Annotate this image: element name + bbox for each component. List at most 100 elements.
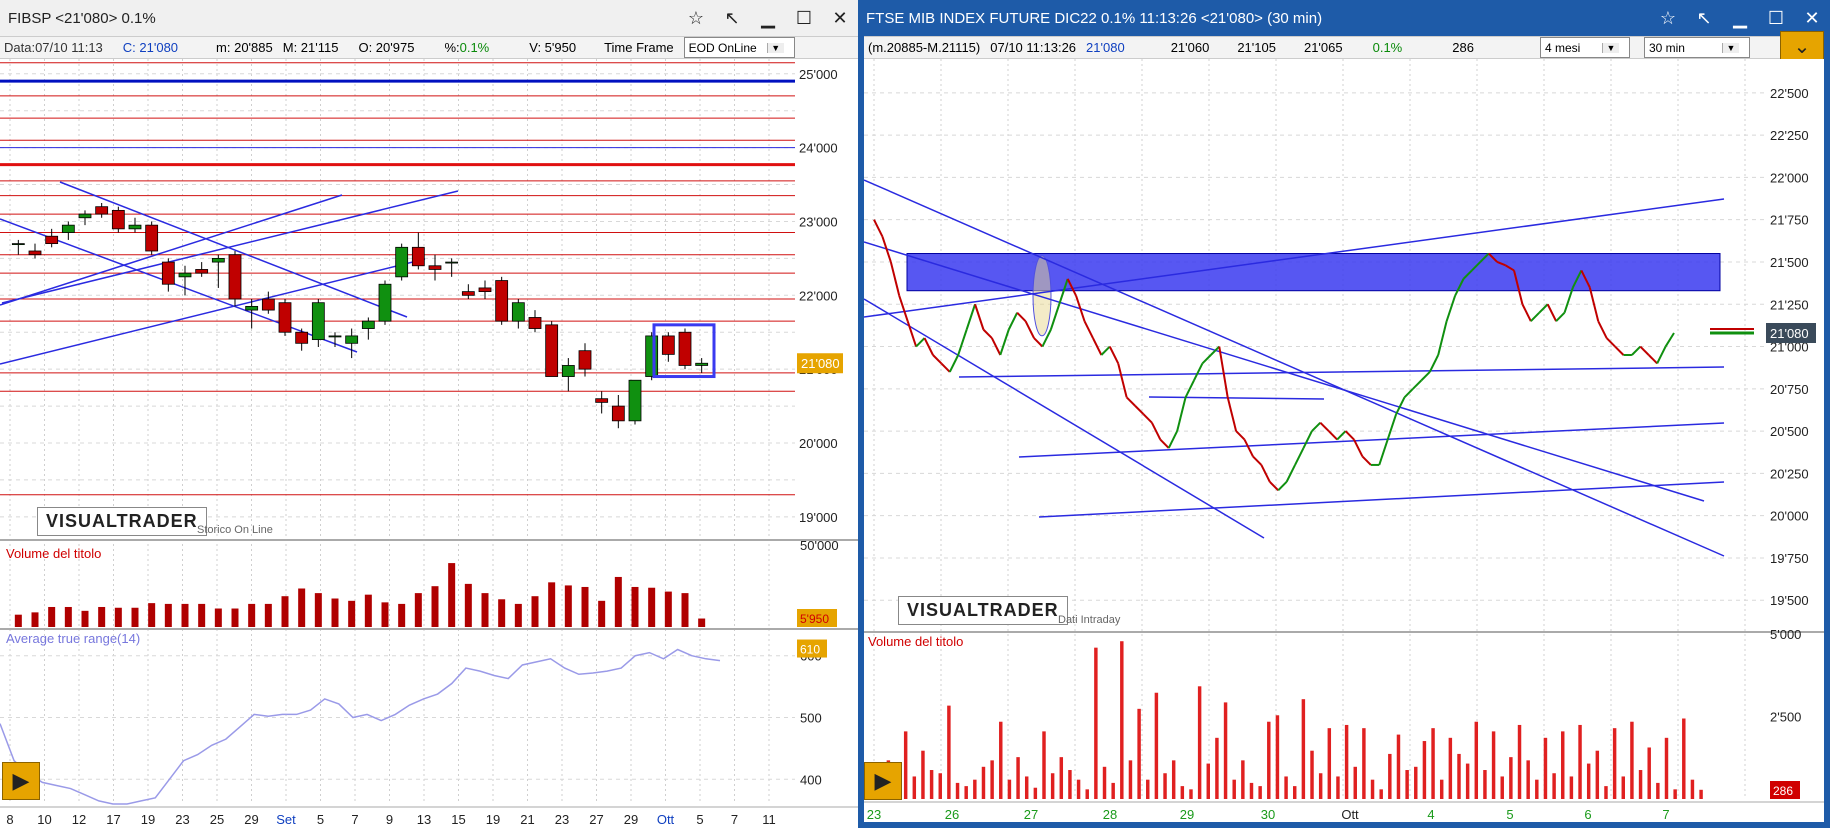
volume-bar xyxy=(1120,641,1124,799)
candle-body xyxy=(78,213,92,219)
volume-bar xyxy=(1362,728,1366,799)
volume-bar xyxy=(131,607,139,627)
x-tick-label: 8 xyxy=(6,812,13,827)
volume-bar xyxy=(1215,737,1219,799)
volume-bar xyxy=(1647,747,1651,799)
left-expand-button[interactable]: ▶ xyxy=(2,762,40,800)
candle-body xyxy=(611,405,625,422)
minimize-icon[interactable]: ▁ xyxy=(1722,8,1758,29)
volume-bar xyxy=(1189,789,1193,799)
volume-bar xyxy=(1370,779,1375,799)
volume-bar xyxy=(1595,750,1600,799)
x-tick-label: 7 xyxy=(731,812,738,827)
candle-body xyxy=(11,243,25,246)
info-datetime: 07/10 11:13:26 xyxy=(990,40,1077,55)
x-tick-label: 26 xyxy=(945,807,959,822)
star-icon[interactable]: ☆ xyxy=(1650,8,1686,29)
candle-body xyxy=(361,320,375,329)
volume-bar xyxy=(1128,760,1133,799)
maximize-icon[interactable]: ☐ xyxy=(786,8,822,29)
volume-bar xyxy=(1448,737,1453,799)
x-tick-label: 27 xyxy=(589,812,603,827)
y-tick-label: 23'000 xyxy=(799,214,838,229)
x-tick-label: 29 xyxy=(244,812,258,827)
volume-bar xyxy=(903,731,908,799)
candle-body xyxy=(445,261,459,264)
volume-bar xyxy=(1612,728,1617,799)
right-collapse-button[interactable]: ⌄ xyxy=(1780,31,1824,61)
x-tick-label: 27 xyxy=(1024,807,1038,822)
pin-icon[interactable]: ↖ xyxy=(1686,8,1722,29)
x-tick-label: 5 xyxy=(317,812,324,827)
candle-body xyxy=(695,362,709,366)
info-pct-label: %: xyxy=(444,40,460,55)
volume-bar xyxy=(1474,721,1479,799)
candle-body xyxy=(28,250,42,256)
maximize-icon[interactable]: ☐ xyxy=(1758,8,1794,29)
star-icon[interactable]: ☆ xyxy=(678,8,714,29)
volume-bar xyxy=(1621,776,1625,799)
x-tick-label: 17 xyxy=(106,812,120,827)
volume-bar xyxy=(1318,773,1323,799)
candle-body xyxy=(378,283,392,322)
right-chart-window: FTSE MIB INDEX FUTURE DIC22 0.1% 11:13:2… xyxy=(858,0,1830,828)
volume-bar xyxy=(1301,699,1306,799)
candle-body xyxy=(645,335,659,377)
volume-bar xyxy=(331,598,339,627)
info-close: C: 21'080 xyxy=(122,40,179,55)
x-tick-label: 5 xyxy=(696,812,703,827)
volume-bar xyxy=(1284,776,1288,799)
volume-bar xyxy=(14,614,22,627)
volume-bar xyxy=(1137,708,1141,799)
volume-bar xyxy=(1102,766,1107,799)
right-expand-button[interactable]: ▶ xyxy=(864,762,902,800)
x-tick-label: 29 xyxy=(624,812,638,827)
candle-body xyxy=(128,224,142,230)
y-tick-label: 20'000 xyxy=(799,436,838,451)
info-date: Data:07/10 11:13 xyxy=(4,40,103,55)
volume-bar xyxy=(1569,776,1574,799)
volume-bar xyxy=(1059,757,1064,799)
volume-bar xyxy=(414,593,422,627)
volume-bar xyxy=(81,610,89,627)
interval-select[interactable]: 30 min ▼ xyxy=(1643,37,1750,58)
minimize-icon[interactable]: ▁ xyxy=(750,8,786,29)
info-max: M: 21'115 xyxy=(282,40,339,55)
pin-icon[interactable]: ↖ xyxy=(714,8,750,29)
info-last: 21'080 xyxy=(1086,40,1125,55)
info-v2: 21'105 xyxy=(1237,40,1276,55)
timeframe-select[interactable]: EOD OnLine ▼ xyxy=(683,37,795,58)
left-titlebar: FIBSP <21'080> 0.1% ☆ ↖ ▁ ☐ ✕ xyxy=(0,0,858,36)
y-tick-label: 2'500 xyxy=(1770,710,1801,725)
volume-bar xyxy=(1578,724,1582,799)
x-tick-label: 30 xyxy=(1261,807,1275,822)
volume-bar xyxy=(1414,766,1418,799)
close-icon[interactable]: ✕ xyxy=(1794,8,1830,29)
volume-bar xyxy=(1068,770,1072,799)
candle-body xyxy=(178,272,192,278)
x-tick-label: 23 xyxy=(555,812,569,827)
volume-bar xyxy=(431,586,439,627)
x-tick-label: 19 xyxy=(141,812,155,827)
timeframe-label: Time Frame xyxy=(604,40,674,55)
volume-bar xyxy=(1094,647,1098,799)
volume-bar xyxy=(398,603,406,627)
candle-body xyxy=(245,305,259,311)
info-v1: 21'060 xyxy=(1170,40,1210,55)
y-tick-label: 5'000 xyxy=(1770,627,1801,642)
volume-bar xyxy=(648,587,656,627)
period-select[interactable]: 4 mesi ▼ xyxy=(1539,37,1630,58)
close-icon[interactable]: ✕ xyxy=(822,8,858,29)
volume-bar xyxy=(581,586,589,627)
volume-bar xyxy=(98,606,106,627)
price-tag: 21'080 xyxy=(801,356,840,371)
left-window-title: FIBSP <21'080> 0.1% xyxy=(8,9,156,27)
left-price-chart: 25'00024'00023'00022'00021'00020'00019'0… xyxy=(0,59,858,828)
candle-body xyxy=(478,287,492,293)
right-window-title: FTSE MIB INDEX FUTURE DIC22 0.1% 11:13:2… xyxy=(866,9,1323,27)
volume-bar xyxy=(912,776,917,799)
candle-body xyxy=(495,280,509,322)
volume-bar xyxy=(1353,766,1357,799)
volume-bar xyxy=(664,591,672,627)
candle-body xyxy=(428,265,442,270)
